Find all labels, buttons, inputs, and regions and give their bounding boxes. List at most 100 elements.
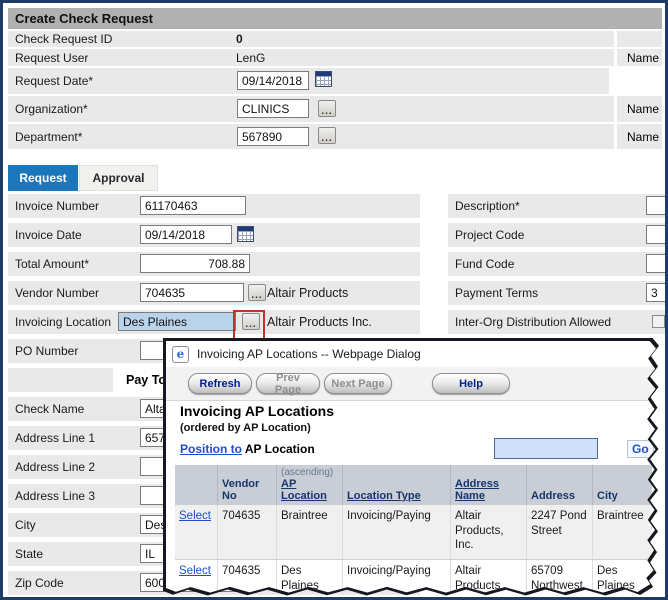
pay-to-section-label: Pay To: [126, 368, 166, 392]
position-to-input[interactable]: [494, 438, 598, 459]
field-label: Check Name: [15, 397, 84, 421]
col-header-ap-location: (ascending) AP Location: [277, 465, 343, 505]
col-header-vendor-no: Vendor No: [218, 465, 277, 505]
field-label: Payment Terms: [455, 281, 538, 305]
invoicing-ap-locations-dialog: e Invoicing AP Locations -- Webpage Dial…: [163, 338, 660, 596]
city-cell: Des Plaines: [593, 560, 652, 600]
field-label: City: [15, 513, 36, 537]
payment-terms-input[interactable]: [646, 283, 668, 302]
calendar-icon[interactable]: [315, 71, 332, 87]
field-row-vendor-number: Vendor Number ... Altair Products: [8, 281, 420, 305]
city-cell: Braintree: [593, 505, 652, 560]
field-row-check-request-id: Check Request ID 0: [8, 31, 662, 47]
refresh-button[interactable]: Refresh: [188, 373, 252, 394]
project-code-input[interactable]: [646, 225, 668, 244]
col-header-location-type: Location Type: [343, 465, 451, 505]
fund-code-input[interactable]: [646, 254, 668, 273]
field-label: Project Code: [455, 223, 524, 247]
field-label: Zip Code: [15, 571, 64, 595]
field-label: Address Line 2: [15, 455, 95, 479]
total-amount-input[interactable]: [140, 254, 250, 273]
description-input[interactable]: [646, 196, 668, 215]
request-user-value: LenG: [236, 49, 265, 66]
field-row-total-amount: Total Amount*: [8, 252, 420, 276]
invoicing-location-name-text: Altair Products Inc.: [267, 310, 372, 334]
field-label: Address Line 1: [15, 426, 95, 450]
vendor-lookup-icon[interactable]: ...: [248, 284, 266, 301]
field-label: Inter-Org Distribution Allowed: [455, 310, 611, 334]
dialog-toolbar: Refresh Prev Page Next Page Help: [166, 367, 657, 401]
invoice-date-input[interactable]: [140, 225, 232, 244]
col-header-label: City: [597, 490, 648, 502]
dialog-heading: Invoicing AP Locations: [180, 403, 334, 419]
department-input[interactable]: [237, 127, 309, 146]
dialog-subheading: (ordered by AP Location): [180, 422, 311, 434]
tab-request[interactable]: Request: [8, 165, 78, 191]
inter-org-checkbox[interactable]: [652, 315, 665, 328]
tab-approval[interactable]: Approval: [79, 165, 158, 191]
select-link[interactable]: Select: [179, 565, 211, 577]
annotation-highlight-box: [233, 310, 265, 342]
field-label: Check Request ID: [15, 31, 112, 47]
calendar-icon[interactable]: [237, 226, 254, 242]
sort-ascending-note: (ascending): [281, 467, 338, 478]
col-header-link[interactable]: Address Name: [455, 478, 522, 502]
ap-location-cell: Braintree: [277, 505, 343, 560]
department-lookup-icon[interactable]: ...: [318, 127, 336, 144]
col-header-address: Address: [527, 465, 593, 505]
ap-locations-table: Vendor No (ascending) AP Location Locati…: [175, 465, 652, 600]
field-row-request-date: Request Date*: [8, 68, 609, 94]
invoicing-location-input[interactable]: [118, 312, 236, 331]
field-row-organization: Organization* ... Name: [8, 96, 662, 122]
dialog-titlebar[interactable]: e Invoicing AP Locations -- Webpage Dial…: [166, 341, 657, 367]
address-cell: 65709 Northwest Highway: [527, 560, 593, 600]
col-header-link[interactable]: Location Type: [347, 490, 446, 502]
col-header-label: Vendor No: [222, 478, 272, 502]
organization-input[interactable]: [237, 99, 309, 118]
organization-lookup-icon[interactable]: ...: [318, 100, 336, 117]
name-cell: [614, 31, 662, 47]
vendor-number-input[interactable]: [140, 283, 244, 302]
field-label: Invoice Number: [15, 194, 99, 218]
field-row-fund-code: Fund Code: [448, 252, 665, 276]
prev-page-button[interactable]: Prev Page: [256, 373, 320, 394]
col-header-address-name: Address Name: [451, 465, 527, 505]
field-label: PO Number: [15, 339, 78, 363]
field-label: Organization*: [15, 96, 88, 122]
next-page-button[interactable]: Next Page: [324, 373, 392, 394]
field-label: State: [15, 542, 43, 566]
field-row-department: Department* ... Name: [8, 124, 662, 149]
help-button[interactable]: Help: [432, 373, 510, 394]
field-row-payment-terms: Payment Terms: [448, 281, 665, 305]
field-row-invoice-number: Invoice Number: [8, 194, 420, 218]
field-label: Invoice Date: [15, 223, 82, 247]
position-to-link[interactable]: Position to: [180, 442, 242, 456]
field-row-description: Description*: [448, 194, 665, 218]
pay-to-section-row: [8, 368, 113, 392]
vendor-name-text: Altair Products: [267, 281, 348, 305]
position-to-row: Position to AP Location: [180, 442, 315, 456]
field-label: Fund Code: [455, 252, 514, 276]
field-label: Address Line 3: [15, 484, 95, 508]
table-row-cell: Select: [175, 505, 218, 560]
select-link[interactable]: Select: [179, 510, 211, 522]
field-row-invoicing-location: Invoicing Location ... Altair Products I…: [8, 310, 420, 334]
vendor-no-cell: 704635: [218, 505, 277, 560]
go-button[interactable]: Go: [627, 440, 654, 458]
request-date-input[interactable]: [237, 71, 309, 90]
dialog-title: Invoicing AP Locations -- Webpage Dialog: [197, 347, 421, 361]
field-row-request-user: Request User LenG Name: [8, 49, 662, 66]
field-label: Total Amount*: [15, 252, 89, 276]
field-label: Vendor Number: [15, 281, 99, 305]
invoice-number-input[interactable]: [140, 196, 246, 215]
field-row-inter-org: Inter-Org Distribution Allowed: [448, 310, 665, 334]
name-label: Name: [614, 96, 662, 122]
field-row-project-code: Project Code: [448, 223, 665, 247]
field-label: Invoicing Location: [15, 310, 111, 334]
col-header-city: City: [593, 465, 652, 505]
dialog-body: e Invoicing AP Locations -- Webpage Dial…: [166, 341, 657, 593]
field-label: Description*: [455, 194, 520, 218]
position-to-field-label: AP Location: [245, 442, 315, 456]
name-label: Name: [614, 124, 662, 149]
col-header-link[interactable]: AP Location: [281, 478, 338, 502]
